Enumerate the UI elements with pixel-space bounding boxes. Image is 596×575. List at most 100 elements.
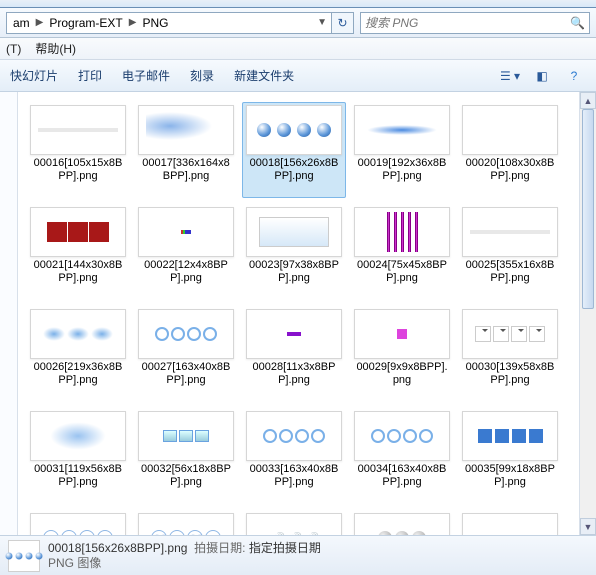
- toolbar: 快幻灯片 打印 电子邮件 刻录 新建文件夹 ☰ ▾ ◧ ?: [0, 60, 596, 92]
- file-item[interactable]: 00035[99x18x8BPP].png: [458, 408, 562, 504]
- file-name: 00025[355x16x8BPP].png: [461, 259, 559, 285]
- file-item[interactable]: 00032[56x18x8BPP].png: [134, 408, 238, 504]
- file-name: 00023[97x38x8BPP].png: [245, 259, 343, 285]
- file-item[interactable]: 00023[97x38x8BPP].png: [242, 204, 346, 300]
- file-item[interactable]: 00026[219x36x8BPP].png: [26, 306, 130, 402]
- chevron-down-icon[interactable]: ▼: [317, 17, 327, 28]
- scroll-thumb[interactable]: [582, 109, 594, 309]
- nav-pane: [0, 92, 18, 535]
- search-input[interactable]: [365, 16, 570, 30]
- file-name: 00024[75x45x8BPP].png: [353, 259, 451, 285]
- file-thumbnail: [30, 309, 126, 359]
- chevron-right-icon[interactable]: ▶: [36, 17, 44, 28]
- crumb-2[interactable]: PNG: [140, 15, 170, 31]
- file-item[interactable]: 00028[11x3x8BPP].png: [242, 306, 346, 402]
- file-item[interactable]: 00017[336x164x8BPP].png: [134, 102, 238, 198]
- file-item[interactable]: 00040[78x18x8BPP].png: [458, 510, 562, 535]
- file-name: 00029[9x9x8BPP].png: [353, 361, 451, 387]
- file-name: 00032[56x18x8BPP].png: [137, 463, 235, 489]
- crumb-1[interactable]: Program-EXT: [47, 15, 124, 31]
- file-item[interactable]: 00019[192x36x8BPP].png: [350, 102, 454, 198]
- breadcrumb[interactable]: am ▶ Program-EXT ▶ PNG ▼: [6, 12, 332, 34]
- file-thumbnail: [138, 411, 234, 461]
- file-item[interactable]: 00020[108x30x8BPP].png: [458, 102, 562, 198]
- file-item[interactable]: 00033[163x40x8BPP].png: [242, 408, 346, 504]
- status-type: PNG 图像: [48, 556, 321, 571]
- file-item[interactable]: 00021[144x30x8BPP].png: [26, 204, 130, 300]
- file-thumbnail: ▶◉◉▶: [30, 513, 126, 535]
- titlebar: ─ ☐ ✕: [0, 0, 596, 8]
- tb-print[interactable]: 打印: [78, 67, 102, 84]
- file-thumbnail: [246, 207, 342, 257]
- file-thumbnail: [462, 309, 558, 359]
- search-icon[interactable]: 🔍: [570, 16, 585, 30]
- file-item[interactable]: 00018[156x26x8BPP].png: [242, 102, 346, 198]
- view-options-button[interactable]: ☰ ▾: [498, 66, 522, 86]
- file-item[interactable]: 00025[355x16x8BPP].png: [458, 204, 562, 300]
- vertical-scrollbar[interactable]: ▲ ▼: [579, 92, 596, 535]
- status-date-label: 拍摄日期:: [194, 541, 245, 555]
- tb-newfolder[interactable]: 新建文件夹: [234, 67, 294, 84]
- file-name: 00031[119x56x8BPP].png: [29, 463, 127, 489]
- menu-help[interactable]: 帮助(H): [35, 40, 76, 57]
- preview-pane-button[interactable]: ◧: [530, 66, 554, 86]
- chevron-right-icon[interactable]: ▶: [129, 17, 137, 28]
- file-name: 00033[163x40x8BPP].png: [245, 463, 343, 489]
- file-name: 00020[108x30x8BPP].png: [461, 157, 559, 183]
- file-thumbnail: ❚❚◉❚❚◉: [138, 513, 234, 535]
- file-thumbnail: 🔊🔊🔊: [246, 513, 342, 535]
- tb-burn[interactable]: 刻录: [190, 67, 214, 84]
- file-item[interactable]: 00030[139x58x8BPP].png: [458, 306, 562, 402]
- menu-bar: (T) 帮助(H): [0, 38, 596, 60]
- file-name: 00017[336x164x8BPP].png: [137, 157, 235, 183]
- scroll-down-button[interactable]: ▼: [580, 518, 596, 535]
- scroll-up-button[interactable]: ▲: [580, 92, 596, 109]
- tb-email[interactable]: 电子邮件: [122, 67, 170, 84]
- file-thumbnail: [354, 105, 450, 155]
- help-icon[interactable]: ?: [562, 66, 586, 86]
- file-thumbnail: [246, 309, 342, 359]
- file-thumbnail: [138, 309, 234, 359]
- status-thumbnail: [8, 540, 40, 572]
- file-thumbnail: [30, 411, 126, 461]
- file-item[interactable]: 00024[75x45x8BPP].png: [350, 204, 454, 300]
- file-thumbnail: [354, 513, 450, 535]
- file-thumbnail: [138, 207, 234, 257]
- file-item[interactable]: 00031[119x56x8BPP].png: [26, 408, 130, 504]
- file-item[interactable]: 00034[163x40x8BPP].png: [350, 408, 454, 504]
- file-thumbnail: [462, 513, 558, 535]
- file-name: 00022[12x4x8BPP].png: [137, 259, 235, 285]
- status-bar: 00018[156x26x8BPP].png 拍摄日期: 指定拍摄日期 PNG …: [0, 535, 596, 575]
- file-thumbnail: [354, 207, 450, 257]
- file-name: 00019[192x36x8BPP].png: [353, 157, 451, 183]
- tb-slideshow[interactable]: 快幻灯片: [10, 67, 58, 84]
- file-name: 00028[11x3x8BPP].png: [245, 361, 343, 387]
- menu-tools[interactable]: (T): [6, 42, 21, 56]
- refresh-button[interactable]: ↻: [332, 12, 354, 34]
- file-name: 00026[219x36x8BPP].png: [29, 361, 127, 387]
- file-thumbnail: [462, 207, 558, 257]
- file-thumbnail: [30, 105, 126, 155]
- status-filename: 00018[156x26x8BPP].png: [48, 541, 187, 555]
- crumb-0[interactable]: am: [11, 15, 32, 31]
- status-date-value[interactable]: 指定拍摄日期: [249, 541, 321, 555]
- file-grid[interactable]: 00016[105x15x8BPP].png 00017[336x164x8BPP…: [18, 92, 579, 535]
- file-thumbnail: [462, 105, 558, 155]
- file-item[interactable]: 00039[62x20x8BPP].png: [350, 510, 454, 535]
- file-item[interactable]: ❚❚◉❚❚◉00037[195x48x8BPP].png: [134, 510, 238, 535]
- file-item[interactable]: 00016[105x15x8BPP].png: [26, 102, 130, 198]
- file-item[interactable]: 00022[12x4x8BPP].png: [134, 204, 238, 300]
- file-name: 00034[163x40x8BPP].png: [353, 463, 451, 489]
- file-thumbnail: [354, 309, 450, 359]
- file-thumbnail: [30, 207, 126, 257]
- search-box[interactable]: 🔍: [360, 12, 590, 34]
- file-thumbnail: [462, 411, 558, 461]
- file-item[interactable]: 🔊🔊🔊00038[67x16x8BPP].png: [242, 510, 346, 535]
- file-thumbnail: [138, 105, 234, 155]
- file-name: 00035[99x18x8BPP].png: [461, 463, 559, 489]
- file-item[interactable]: ▶◉◉▶00036[195x48x8BPP].png: [26, 510, 130, 535]
- file-name: 00016[105x15x8BPP].png: [29, 157, 127, 183]
- file-item[interactable]: 00027[163x40x8BPP].png: [134, 306, 238, 402]
- file-name: 00021[144x30x8BPP].png: [29, 259, 127, 285]
- file-item[interactable]: 00029[9x9x8BPP].png: [350, 306, 454, 402]
